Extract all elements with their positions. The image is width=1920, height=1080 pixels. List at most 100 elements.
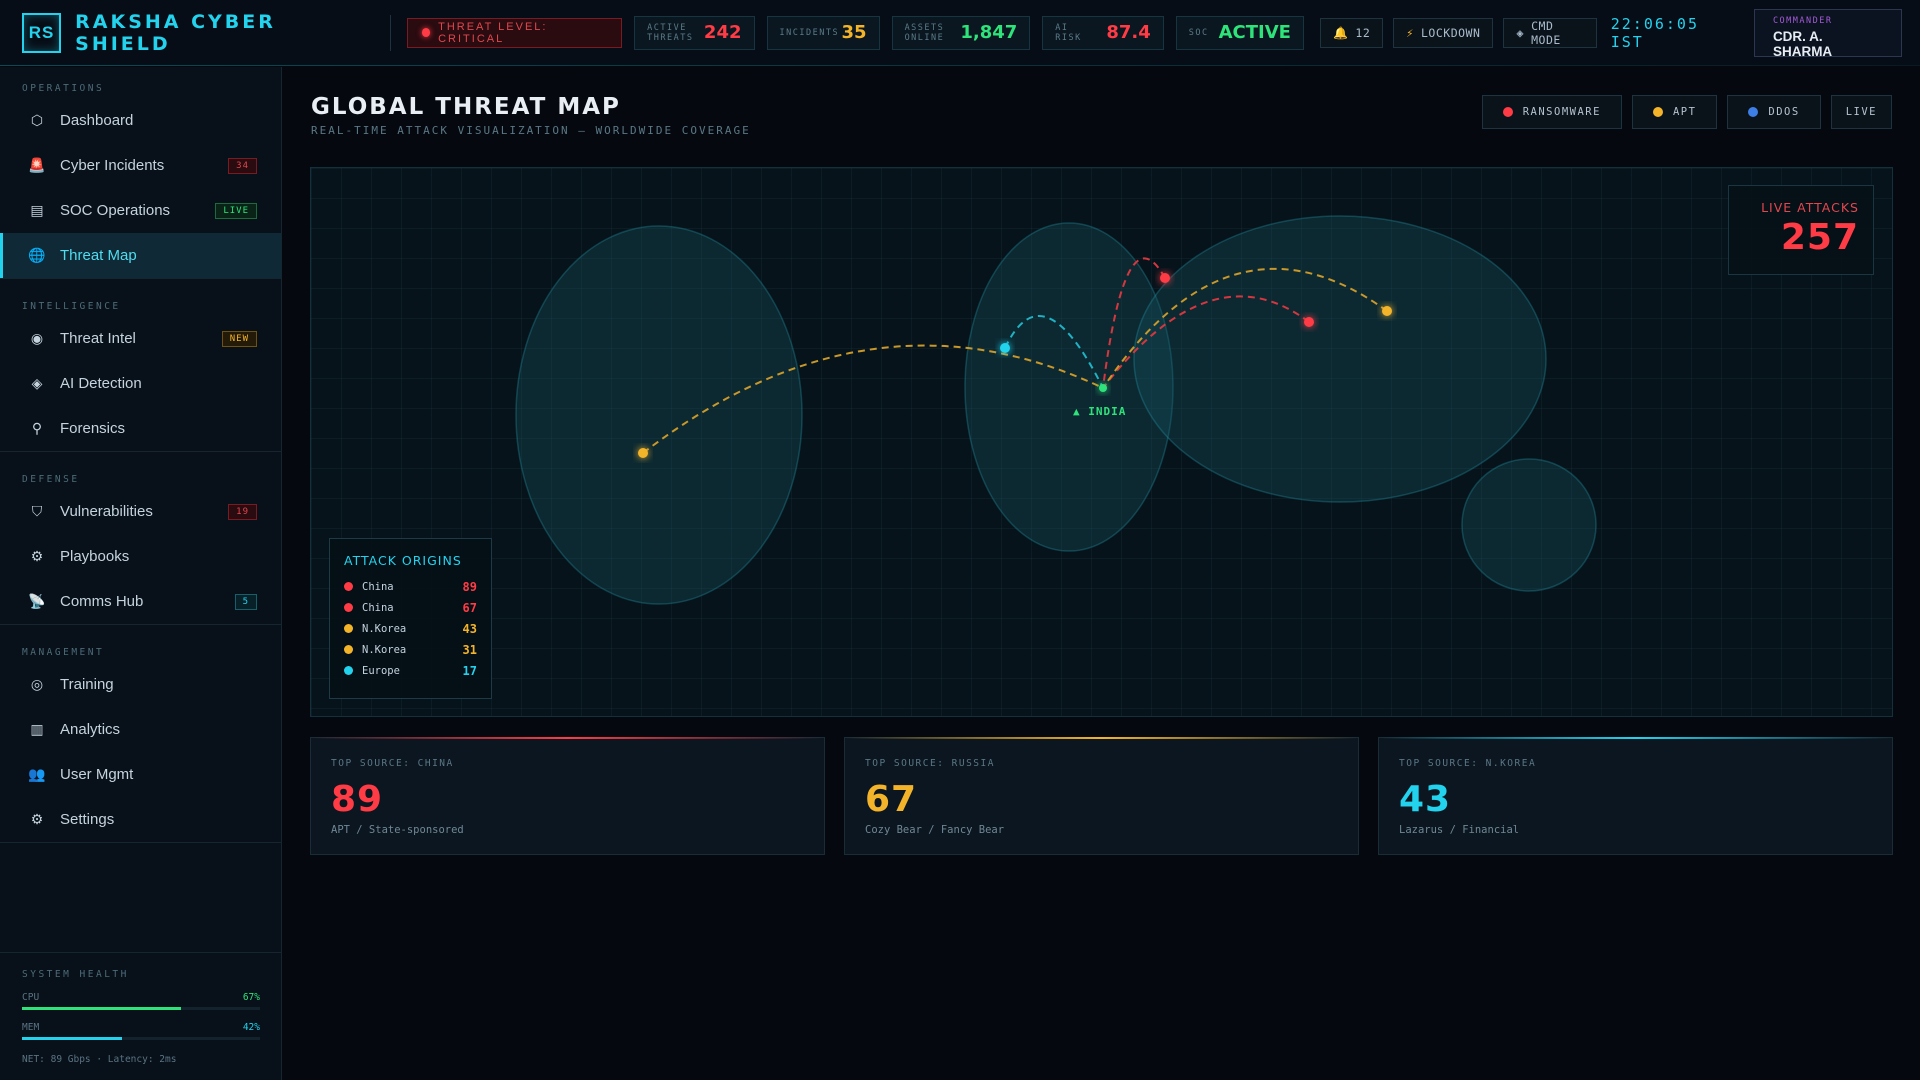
sidebar-item-label: SOC Operations <box>60 202 171 219</box>
sidebar-item-comms-hub[interactable]: 📡 Comms Hub 5 <box>0 579 281 624</box>
mem-label: MEM <box>22 1022 40 1033</box>
notifications-button[interactable]: 🔔 12 <box>1319 17 1384 48</box>
sidebar-item-cyber-incidents[interactable]: 🚨 Cyber Incidents 34 <box>0 143 281 188</box>
sidebar-item-analytics[interactable]: ▥ Analytics <box>0 707 281 752</box>
sidebar-item-training[interactable]: ◎ Training <box>0 662 281 707</box>
mem-value: 42% <box>242 1022 260 1033</box>
origin-dot-icon <box>344 666 353 675</box>
top-source-card[interactable]: TOP SOURCE: RUSSIA 67 Cozy Bear / Fancy Be… <box>844 737 1359 855</box>
shield-icon: ⛉ <box>31 503 43 519</box>
origin-country: N.Korea <box>362 643 407 656</box>
card-description: APT / State-sponsored <box>331 824 464 836</box>
source-marker-nkorea[interactable] <box>1382 306 1392 316</box>
cpu-bar-fill <box>22 1007 182 1010</box>
sidebar-item-soc-operations[interactable]: ▤ SOC Operations LIVE <box>0 188 281 233</box>
card-description: Cozy Bear / Fancy Bear <box>865 824 1005 836</box>
origin-count: 67 <box>462 600 477 615</box>
sidebar-item-label: Training <box>60 676 114 693</box>
sidebar-item-forensics[interactable]: ⚲ Forensics <box>0 406 281 451</box>
users-icon: 👥 <box>28 766 46 782</box>
top-source-card[interactable]: TOP SOURCE: N.KOREA 43 Lazarus / Financial <box>1378 737 1893 855</box>
diamond-icon: ◈ <box>1516 25 1525 40</box>
sidebar-item-label: AI Detection <box>60 375 142 392</box>
attack-origins-title: ATTACK ORIGINS <box>344 553 462 568</box>
sidebar-section-title: DEFENSE <box>22 474 80 485</box>
sidebar-badge: 19 <box>228 503 257 520</box>
sidebar-item-threat-intel[interactable]: ◉ Threat Intel NEW <box>0 316 281 361</box>
card-label: TOP SOURCE: N.KOREA <box>1399 758 1537 769</box>
threat-map[interactable]: ▲ INDIA LIVE ATTACKS 257 ATTACK ORIGINS … <box>310 167 1893 717</box>
filter-ransomware-button[interactable]: RANSOMWARE <box>1481 95 1622 129</box>
sidebar-item-threat-map[interactable]: 🌐 Threat Map <box>0 233 281 278</box>
sidebar-item-playbooks[interactable]: ⚙ Playbooks <box>0 534 281 579</box>
filter-label: RANSOMWARE <box>1522 106 1601 118</box>
filter-bar: RANSOMWARE APT DDOS LIVE <box>1472 95 1892 129</box>
origin-count: 89 <box>462 579 477 594</box>
stat-label: SOC <box>1188 27 1209 38</box>
filter-apt-button[interactable]: APT <box>1631 95 1718 129</box>
cmd-mode-button[interactable]: ◈ CMD MODE <box>1503 17 1597 48</box>
filter-live-button[interactable]: LIVE <box>1830 95 1892 129</box>
origin-row: N.Korea 31 <box>344 639 477 660</box>
satellite-icon: 📡 <box>28 593 46 609</box>
settings-icon: ⚙ <box>30 811 44 827</box>
continent-americas <box>515 225 803 605</box>
sidebar-section-title: OPERATIONS <box>22 83 105 94</box>
target-marker-india[interactable] <box>1099 384 1107 392</box>
cmd-mode-label: CMD MODE <box>1531 18 1561 47</box>
sidebar-item-label: Cyber Incidents <box>60 157 165 174</box>
sidebar-item-settings[interactable]: ⚙ Settings <box>0 797 281 842</box>
source-marker-china-2[interactable] <box>1304 317 1314 327</box>
card-value: 43 <box>1399 779 1452 820</box>
top-source-card[interactable]: TOP SOURCE: CHINA 89 APT / State-sponsored <box>310 737 825 855</box>
sidebar-item-user-mgmt[interactable]: 👥 User Mgmt <box>0 752 281 797</box>
source-marker-americas[interactable] <box>638 448 648 458</box>
attack-origins-panel: ATTACK ORIGINS China 89 China 67 N.Korea 43 N.… <box>329 538 492 699</box>
lightning-icon: ⚡ <box>1406 25 1414 40</box>
stat-value: 1,847 <box>960 22 1018 43</box>
origin-count: 31 <box>462 642 477 657</box>
sidebar-item-label: Threat Map <box>60 247 137 264</box>
alert-dot-icon <box>421 28 431 37</box>
page-subtitle: REAL-TIME ATTACK VISUALIZATION — WORLDWI… <box>311 124 751 137</box>
filter-label: APT <box>1672 106 1697 118</box>
card-label: TOP SOURCE: CHINA <box>331 758 454 769</box>
sidebar-section-title: INTELLIGENCE <box>22 301 121 312</box>
stat-value: 242 <box>703 22 742 43</box>
app-logo: RS <box>22 12 62 53</box>
stat-assets-online: ASSETS ONLINE 1,847 <box>891 15 1031 50</box>
siren-icon: 🚨 <box>28 157 46 173</box>
source-marker-europe[interactable] <box>1000 343 1010 353</box>
user-profile[interactable]: COMMANDER CDR. A. SHARMA <box>1753 8 1902 59</box>
diamond-icon: ◈ <box>31 375 43 391</box>
target-icon: ◎ <box>30 676 44 692</box>
legend-dot-icon <box>1748 107 1759 117</box>
gear-icon: ⚙ <box>30 548 44 564</box>
threat-level-indicator: THREAT LEVEL: CRITICAL <box>406 17 623 48</box>
stat-label: INCIDENTS <box>779 27 840 38</box>
sidebar-item-label: Vulnerabilities <box>60 503 153 520</box>
sidebar-item-vulnerabilities[interactable]: ⛉ Vulnerabilities 19 <box>0 489 281 534</box>
divider <box>389 14 391 51</box>
bar-chart-icon: ▥ <box>30 721 44 737</box>
sidebar-badge: LIVE <box>215 202 257 219</box>
bell-icon: 🔔 <box>1332 25 1349 40</box>
cpu-label: CPU <box>22 992 40 1003</box>
filter-ddos-button[interactable]: DDOS <box>1727 95 1821 129</box>
source-marker-china-1[interactable] <box>1160 273 1170 283</box>
network-status: NET: 89 Gbps · Latency: 2ms <box>22 1054 177 1065</box>
map-canvas <box>515 215 1597 605</box>
stat-value: ACTIVE <box>1218 22 1291 43</box>
sidebar-item-ai-detection[interactable]: ◈ AI Detection <box>0 361 281 406</box>
lockdown-button[interactable]: ⚡ LOCKDOWN <box>1393 17 1494 48</box>
sidebar-item-label: Playbooks <box>60 548 130 565</box>
origin-dot-icon <box>344 645 353 654</box>
origin-country: N.Korea <box>362 622 407 635</box>
origin-dot-icon <box>344 582 353 591</box>
origin-dot-icon <box>344 603 353 612</box>
top-source-cards: TOP SOURCE: CHINA 89 APT / State-sponsored… <box>310 737 1893 855</box>
clock: 22:06:05 IST <box>1610 14 1699 51</box>
sidebar-item-dashboard[interactable]: ⬡ Dashboard <box>0 98 281 143</box>
filter-label: LIVE <box>1845 106 1877 118</box>
stat-active-threats: ACTIVE THREATS 242 <box>634 15 755 50</box>
